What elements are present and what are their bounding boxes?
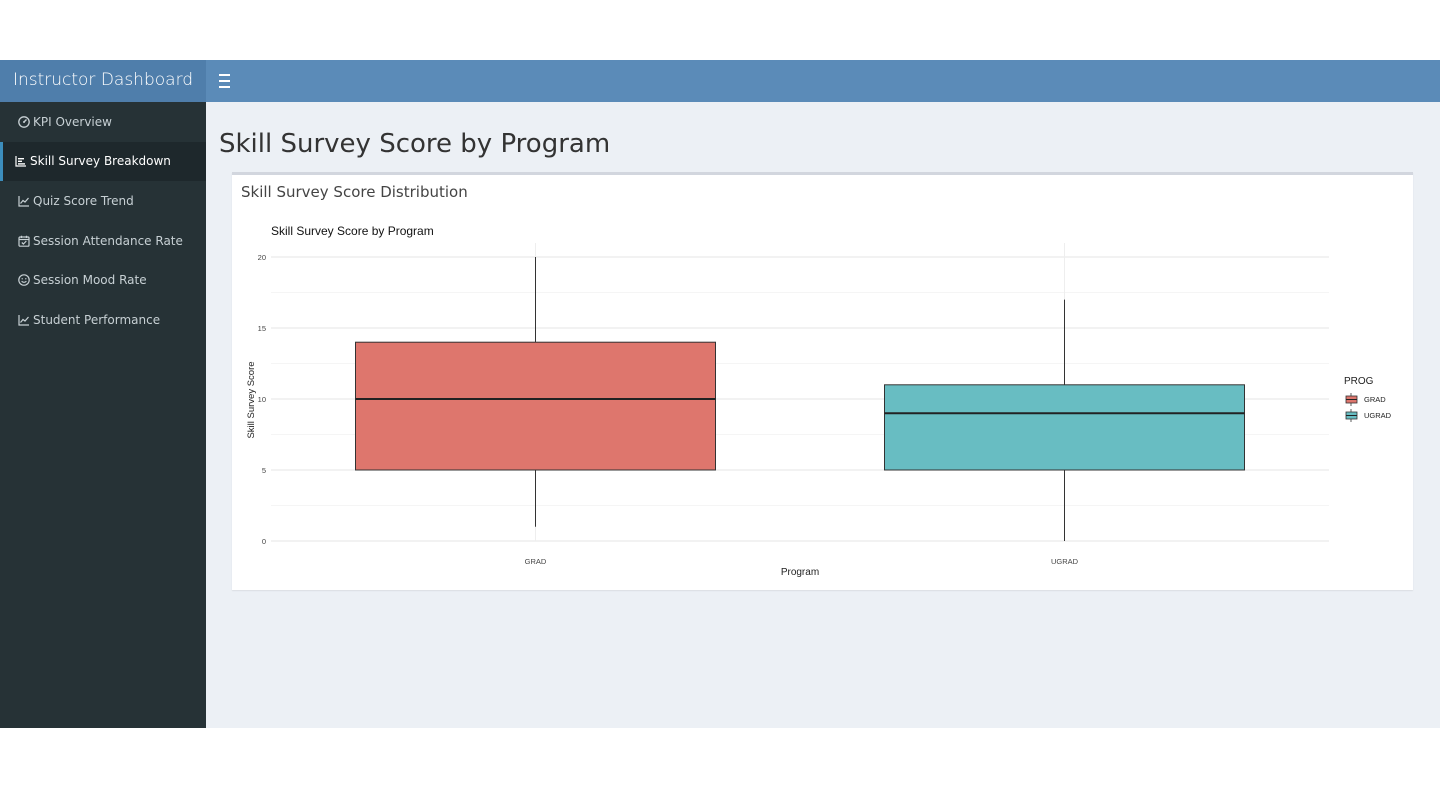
bar-chart-icon [14,155,27,168]
hamburger-icon [218,72,230,90]
sidebar-item-label: Quiz Score Trend [33,193,134,208]
sidebar-item-kpi-overview[interactable]: KPI Overview [0,102,206,142]
y-tick-label: 5 [262,466,266,475]
sidebar-item-student-performance[interactable]: Student Performance [0,300,206,340]
sidebar-item-skill-survey-breakdown[interactable]: Skill Survey Breakdown [0,141,206,182]
legend: PROG GRAD UGRAD [1344,376,1392,422]
x-axis-label: Program [781,567,819,578]
page-title: Skill Survey Score by Program [219,129,611,159]
sidebar-item-session-attendance-rate[interactable]: Session Attendance Rate [0,221,206,261]
line-chart-icon [17,194,30,207]
legend-key [1345,393,1358,406]
line-chart-icon [17,313,30,326]
legend-key [1345,409,1358,422]
y-tick-label: 20 [258,253,266,262]
sidebar-item-quiz-score-trend[interactable]: Quiz Score Trend [0,181,206,221]
app-title[interactable]: Instructor Dashboard [0,60,206,102]
sidebar-item-label: Student Performance [33,312,161,327]
y-tick-label: 15 [258,324,266,333]
y-ticks: 0 5 10 15 20 [258,253,266,546]
sidebar-item-label: KPI Overview [33,114,112,129]
box-body [355,341,716,471]
sidebar: KPI Overview Skill Survey Breakdown Quiz… [0,102,206,728]
sidebar-item-label: Session Mood Rate [33,273,147,288]
box-grad [355,257,716,527]
x-tick-label: GRAD [525,557,547,566]
sidebar-item-session-mood-rate[interactable]: Session Mood Rate [0,260,206,300]
main-content: Skill Survey Score by Program Skill Surv… [206,102,1440,728]
tachometer-icon [17,115,30,128]
y-tick-label: 10 [258,395,266,404]
legend-label: UGRAD [1364,411,1392,420]
x-ticks: GRAD UGRAD [525,557,1079,566]
sidebar-item-label: Skill Survey Breakdown [30,154,171,169]
sidebar-item-label: Session Attendance Rate [33,233,183,248]
top-header: Instructor Dashboard [0,60,1440,102]
chart-title: Skill Survey Score by Program [271,224,434,238]
legend-title: PROG [1344,376,1374,387]
box-ugrad [884,299,1245,541]
app-shell: Instructor Dashboard KPI Overview Skill … [0,60,1440,728]
sidebar-toggle-button[interactable] [212,60,236,102]
chart-box: Skill Survey Score Distribution Skill Su… [232,172,1413,590]
box-body [884,384,1245,471]
smile-icon [17,274,30,287]
boxplot-chart: Skill Survey Score by Program Skill Surv… [246,224,1392,578]
y-tick-label: 0 [262,537,266,546]
x-tick-label: UGRAD [1051,557,1079,566]
y-axis-label: Skill Survey Score [246,361,257,438]
calendar-check-icon [17,234,30,247]
legend-label: GRAD [1364,395,1386,404]
